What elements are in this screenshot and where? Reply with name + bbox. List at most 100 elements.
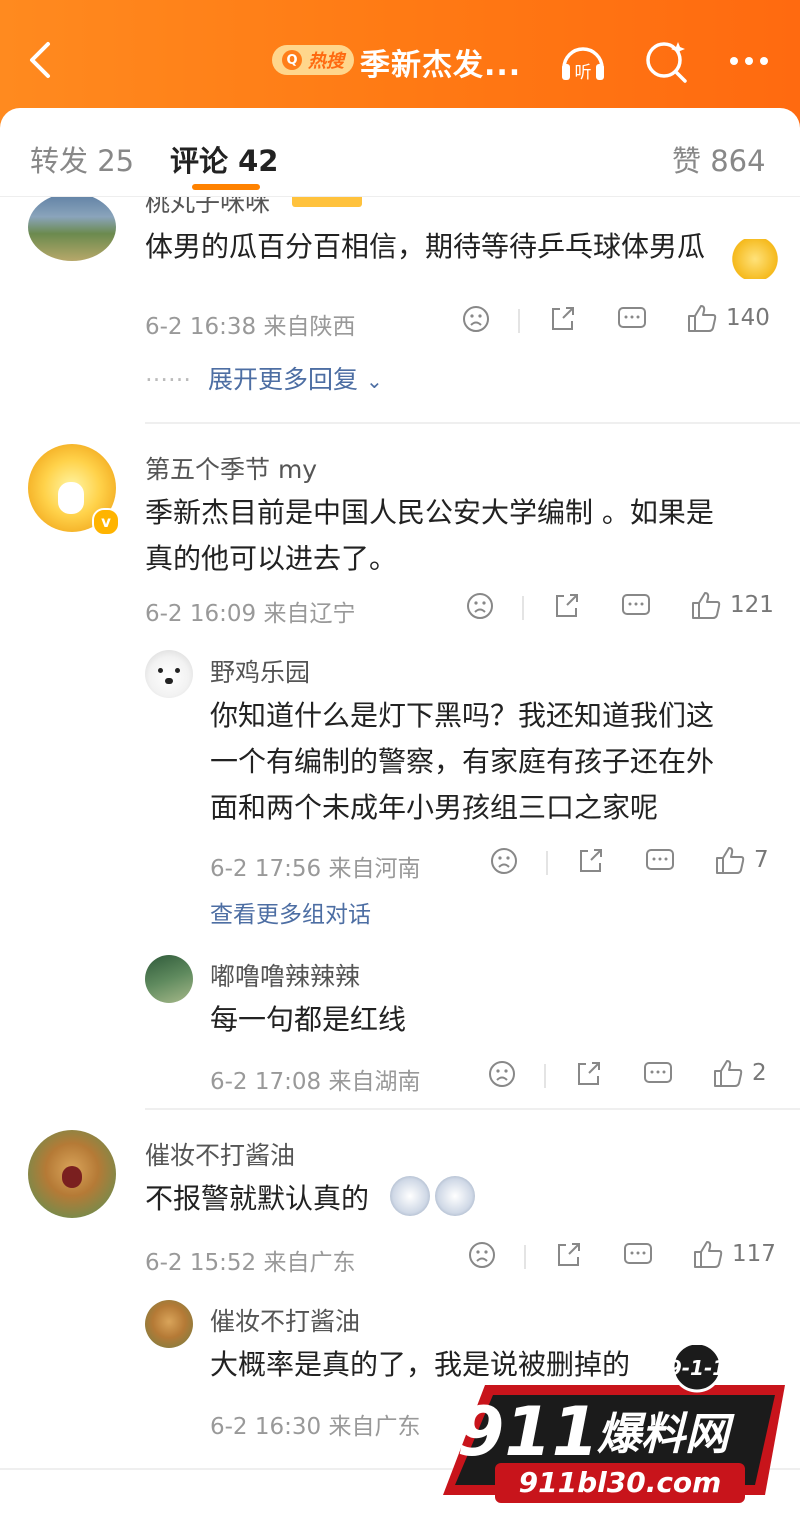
reply-meta: 6-2 17:08 来自湖南 bbox=[210, 1069, 421, 1095]
thumbs-up-icon bbox=[694, 1241, 723, 1268]
like-button[interactable]: 117 bbox=[692, 1239, 776, 1269]
active-tab-indicator bbox=[192, 184, 260, 190]
share-button[interactable] bbox=[574, 1060, 602, 1088]
comment-meta: 6-2 16:38 来自陕西 bbox=[145, 314, 356, 340]
hot-search-label: 热搜 bbox=[308, 51, 344, 72]
reply-meta: 6-2 17:56 来自河南 bbox=[210, 856, 421, 882]
comment-meta: 6-2 15:52 来自广东 bbox=[145, 1250, 356, 1276]
divider bbox=[145, 422, 800, 424]
expand-dots: …… bbox=[145, 361, 191, 387]
reply-meta: 6-2 16:30 来自广东 bbox=[210, 1414, 421, 1440]
dislike-button[interactable] bbox=[488, 1060, 516, 1088]
reply-button[interactable] bbox=[645, 847, 675, 875]
thumbs-up-icon bbox=[688, 305, 717, 332]
more-dots-icon[interactable] bbox=[722, 34, 776, 88]
share-icon bbox=[558, 1243, 580, 1266]
commenter-name[interactable]: 桃丸子咪咪 bbox=[145, 197, 270, 219]
reply-name[interactable]: 野鸡乐园 bbox=[210, 653, 310, 689]
avatar[interactable] bbox=[28, 1130, 116, 1218]
back-arrow-icon[interactable] bbox=[20, 38, 64, 82]
expand-label: 展开更多回复 bbox=[208, 365, 359, 394]
comment-bubble-icon bbox=[622, 594, 650, 615]
sad-face-icon bbox=[491, 848, 517, 874]
comment-text-line1: 季新杰目前是中国人民公安大学编制 。如果是 bbox=[145, 496, 714, 529]
like-count: 121 bbox=[730, 592, 774, 618]
like-button[interactable]: 2 bbox=[712, 1058, 767, 1088]
avatar[interactable] bbox=[145, 650, 193, 698]
svg-text:听: 听 bbox=[575, 63, 592, 83]
comment-text-line2: 真的他可以进去了。 bbox=[145, 542, 398, 575]
reply-name[interactable]: 嘟噜噜辣辣辣 bbox=[210, 957, 360, 993]
like-count: 117 bbox=[732, 1241, 776, 1267]
dislike-button[interactable] bbox=[468, 1241, 496, 1269]
watermark-name: 爆料网 bbox=[597, 1409, 735, 1460]
reply-text: 每一句都是红线 bbox=[210, 1003, 407, 1036]
share-button[interactable] bbox=[554, 1241, 582, 1269]
dislike-button[interactable] bbox=[462, 305, 490, 333]
comment-meta: 6-2 16:09 来自辽宁 bbox=[145, 601, 356, 627]
chevron-down-icon: ⌄ bbox=[365, 369, 383, 393]
divider bbox=[145, 1108, 800, 1110]
search-q-icon: Q bbox=[282, 50, 302, 70]
comment-text: 体男的瓜百分百相信，期待等待乒乓球体男瓜 bbox=[145, 230, 706, 263]
tab-likes[interactable]: 赞 864 bbox=[672, 138, 766, 180]
reply-button[interactable] bbox=[617, 305, 647, 333]
expand-replies-link[interactable]: 展开更多回复 ⌄ bbox=[208, 360, 383, 396]
comment-bubble-icon bbox=[624, 1243, 652, 1264]
listen-headphones-icon[interactable]: 听 bbox=[556, 34, 610, 88]
sad-face-icon bbox=[469, 1242, 495, 1268]
like-count: 140 bbox=[726, 305, 770, 331]
tab-bar: 转发 25 评论 42 赞 864 bbox=[0, 108, 800, 197]
commenter-name[interactable]: 第五个季节 my bbox=[145, 450, 317, 486]
member-badge bbox=[292, 197, 362, 207]
bunny-figure bbox=[58, 482, 84, 514]
reply-name[interactable]: 催妆不打酱油 bbox=[210, 1302, 360, 1338]
reply-button[interactable] bbox=[621, 592, 651, 620]
thumbs-up-icon bbox=[716, 847, 745, 874]
like-count: 2 bbox=[752, 1060, 767, 1086]
share-button[interactable] bbox=[576, 847, 604, 875]
dislike-button[interactable] bbox=[490, 847, 518, 875]
sad-face-icon bbox=[463, 306, 489, 332]
share-button[interactable] bbox=[548, 305, 576, 333]
comment-1: 桃丸子咪咪 体男的瓜百分百相信，期待等待乒乓球体男瓜 6-2 16:38 来自陕… bbox=[0, 197, 800, 427]
watermark-logo: 9-1-1 911 爆料网 911bl30.com bbox=[443, 1345, 785, 1503]
reply-text-line3: 面和两个未成年小男孩组三口之家呢 bbox=[210, 791, 659, 824]
separator bbox=[546, 851, 548, 875]
like-button[interactable]: 121 bbox=[690, 590, 774, 620]
like-button[interactable]: 140 bbox=[686, 303, 770, 333]
avatar[interactable] bbox=[145, 955, 193, 1003]
verified-badge-icon: v bbox=[92, 508, 120, 536]
hot-search-badge[interactable]: Q 热搜 bbox=[272, 45, 354, 75]
reply-button[interactable] bbox=[623, 1241, 653, 1269]
share-icon bbox=[556, 594, 578, 617]
hexagon-badge-icon bbox=[730, 239, 780, 279]
dog-emoji-icon bbox=[390, 1176, 430, 1216]
sad-face-icon bbox=[467, 593, 493, 619]
share-icon bbox=[580, 849, 602, 872]
thumbs-up-icon bbox=[714, 1060, 743, 1087]
reply-text-line1: 你知道什么是灯下黑吗？我还知道我们这 bbox=[210, 699, 715, 732]
tab-comments[interactable]: 评论 42 bbox=[170, 138, 278, 180]
share-icon bbox=[578, 1062, 600, 1085]
comment-text: 不报警就默认真的 bbox=[145, 1182, 370, 1215]
dog-emoji-icon bbox=[435, 1176, 475, 1216]
avatar[interactable] bbox=[28, 197, 116, 261]
like-button[interactable]: 7 bbox=[714, 845, 769, 875]
watermark-number: 911 bbox=[457, 1393, 599, 1472]
like-count: 7 bbox=[754, 847, 769, 873]
watermark-badge: 9-1-1 bbox=[668, 1356, 726, 1380]
dislike-button[interactable] bbox=[466, 592, 494, 620]
avatar[interactable] bbox=[145, 1300, 193, 1348]
share-button[interactable] bbox=[552, 592, 580, 620]
separator bbox=[518, 309, 520, 333]
reply-button[interactable] bbox=[643, 1060, 673, 1088]
comment-bubble-icon bbox=[644, 1062, 672, 1083]
search-icon[interactable] bbox=[640, 34, 694, 88]
reply-text-line2: 一个有编制的警察，有家庭有孩子还在外 bbox=[210, 745, 715, 778]
comment-bubble-icon bbox=[646, 849, 674, 870]
view-more-conversation-link[interactable]: 查看更多组对话 bbox=[210, 895, 371, 929]
commenter-name[interactable]: 催妆不打酱油 bbox=[145, 1136, 295, 1172]
tab-reposts[interactable]: 转发 25 bbox=[30, 138, 134, 180]
comment-bubble-icon bbox=[618, 307, 646, 328]
